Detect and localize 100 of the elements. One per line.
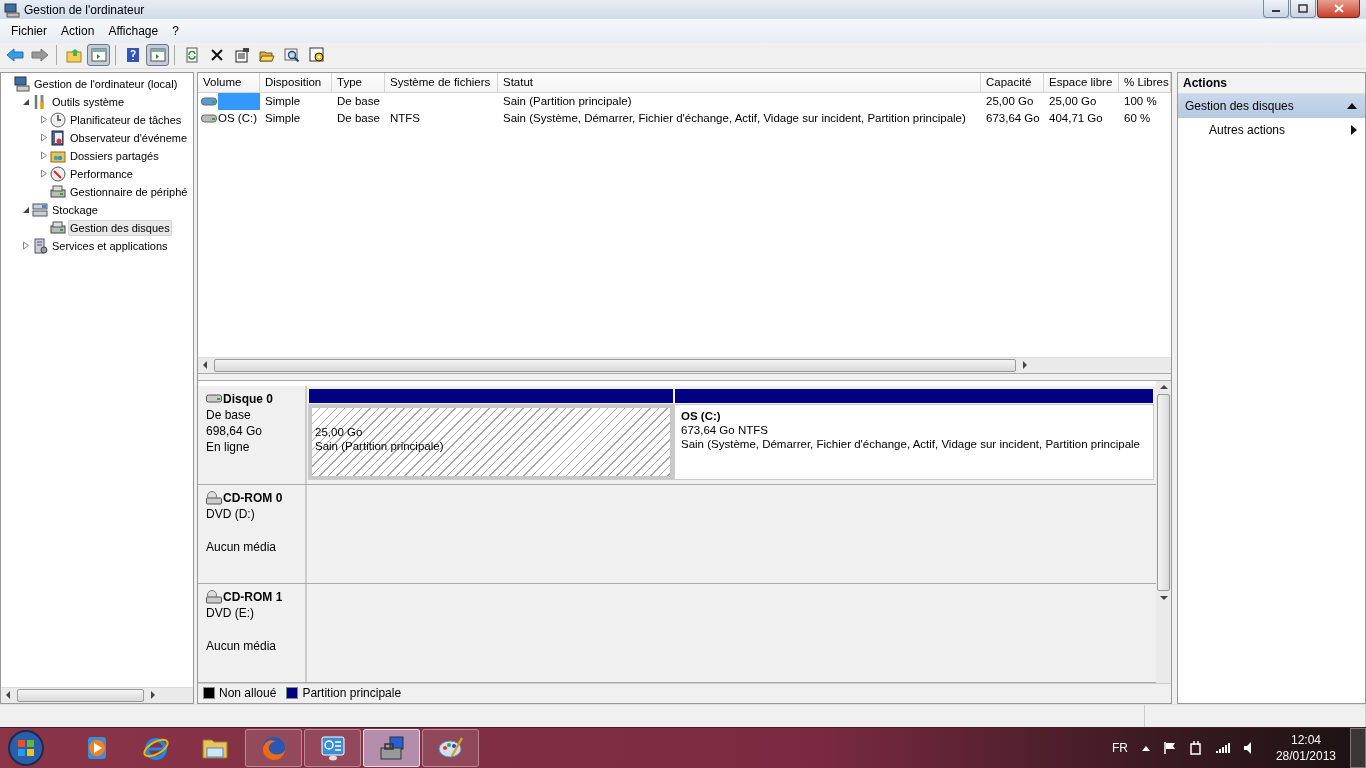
close-button[interactable] <box>1317 0 1360 18</box>
menu-item[interactable]: Action <box>54 23 102 38</box>
folder-up-icon <box>65 47 82 64</box>
hard-drive-icon <box>206 394 222 404</box>
back-arrow-icon <box>5 47 24 64</box>
menu-item[interactable]: ? <box>165 23 186 38</box>
scroll-left-arrow-icon[interactable] <box>5 691 11 700</box>
horizontal-scrollbar[interactable] <box>1 686 193 703</box>
table-cell-text: 25,00 Go <box>985 94 1035 110</box>
properties-icon <box>233 47 250 64</box>
scroll-left-arrow-icon[interactable] <box>202 361 208 370</box>
drive-letter: DVD (E:) <box>206 605 255 620</box>
column-header[interactable]: % Libres <box>1119 72 1171 93</box>
disk-info-panel[interactable]: CD-ROM 1 DVD (E:) Aucun média <box>198 583 307 682</box>
tree-item[interactable]: Gestionnaire de périphé <box>68 183 190 200</box>
window-title: Gestion de l'ordinateur <box>24 2 145 17</box>
menu-item[interactable]: Fichier <box>4 23 54 38</box>
maximize-button[interactable] <box>1290 0 1316 18</box>
speaker-icon[interactable] <box>1243 742 1252 754</box>
scrollbar-thumb[interactable] <box>17 688 144 702</box>
scrollbar-thumb[interactable] <box>1157 393 1170 591</box>
expand-arrow-icon[interactable] <box>39 151 48 161</box>
table-cell-text: Simple <box>264 94 302 110</box>
language-indicator[interactable]: FR <box>1111 741 1128 755</box>
computer-toolbox-icon <box>377 734 406 762</box>
disk-name: CD-ROM 0 <box>223 490 283 505</box>
vertical-scrollbar[interactable] <box>1156 380 1171 683</box>
tree-item[interactable]: Stockage <box>50 201 100 218</box>
computer-icon <box>4 1 20 18</box>
gear-icon <box>308 47 325 64</box>
magnifier-icon <box>283 47 300 64</box>
tree-item[interactable]: Dossiers partagés <box>68 147 161 164</box>
expand-arrow-icon[interactable] <box>39 169 48 179</box>
tree-item[interactable]: Gestion de l'ordinateur (local) <box>32 75 180 92</box>
disk-info-panel[interactable]: Disque 0 De base 698,64 Go En ligne <box>198 385 307 484</box>
column-header[interactable]: Statut <box>498 72 981 93</box>
scroll-down-arrow-icon[interactable] <box>1159 594 1168 601</box>
legend-label: Non alloué <box>219 686 277 701</box>
partition-block[interactable]: 25,00 Go Sain (Partition principale) <box>309 404 673 479</box>
partition-size: 673,64 Go NTFS <box>681 423 769 436</box>
table-cell-text: 25,00 Go <box>1048 94 1098 110</box>
media-status: Aucun média <box>206 539 278 554</box>
volume-drive-icon <box>201 113 217 123</box>
table-cell-text: Simple <box>264 111 302 127</box>
menu-item[interactable]: Affichage <box>101 23 166 38</box>
tree-item[interactable]: Performance <box>68 165 135 182</box>
flag-icon[interactable] <box>1163 742 1176 754</box>
log-book-icon <box>50 129 66 146</box>
show-hidden-icons-caret-icon[interactable] <box>1141 745 1150 751</box>
expand-arrow-icon[interactable] <box>39 133 48 143</box>
tree-item[interactable]: Observateur d'événeme <box>68 129 190 146</box>
optical-drive-icon <box>206 589 222 604</box>
taskbar-app-button[interactable] <box>304 729 361 767</box>
power-plug-icon[interactable] <box>1189 741 1202 755</box>
scrollbar-thumb[interactable] <box>214 358 1016 372</box>
clock-time[interactable]: 12:04 <box>1290 733 1321 747</box>
forward-arrow-icon <box>30 47 49 64</box>
table-cell-text: Sain (Système, Démarrer, Fichier d'échange, Actif, Vidage sur incident, Partition principale) <box>502 111 967 127</box>
actions-section-header[interactable]: Gestion des disques <box>1178 93 1365 118</box>
column-header[interactable]: Disposition <box>260 72 332 93</box>
media-status: Aucun média <box>206 638 278 653</box>
column-header[interactable]: Espace libre <box>1044 72 1119 93</box>
pane-icon <box>149 47 166 64</box>
show-desktop-button[interactable] <box>1350 728 1366 768</box>
tree-item[interactable]: Planificateur de tâches <box>68 111 184 128</box>
partition-block[interactable]: OS (C:) 673,64 Go NTFS Sain (Système, Démarrer, Fichier d'échange, Actif, Vidage sur incident, Partition principale <box>675 404 1153 479</box>
collapse-arrow-icon[interactable] <box>21 205 30 214</box>
pane-icon <box>90 47 107 64</box>
drive-icon <box>50 219 66 236</box>
tree-item[interactable]: Services et applications <box>50 237 170 254</box>
disk-name: CD-ROM 1 <box>223 589 283 604</box>
minimize-button[interactable] <box>1263 0 1289 18</box>
maximize-icon <box>1298 4 1308 13</box>
column-header[interactable]: Volume <box>198 72 260 93</box>
clock-icon <box>50 111 66 128</box>
scroll-right-arrow-icon[interactable] <box>150 691 156 700</box>
expand-arrow-icon[interactable] <box>39 115 48 125</box>
disk-detail: En ligne <box>206 439 251 454</box>
action-item[interactable]: Autres actions <box>1178 117 1365 142</box>
expand-arrow-icon[interactable] <box>21 241 30 251</box>
signal-bars-icon[interactable] <box>1215 743 1230 753</box>
scroll-up-arrow-icon[interactable] <box>1159 383 1168 390</box>
clock-date[interactable]: 28/01/2013 <box>1275 749 1336 763</box>
horizontal-scrollbar[interactable] <box>198 356 1171 373</box>
column-header[interactable]: Système de fichiers <box>385 72 498 93</box>
column-header[interactable]: Type <box>332 72 385 93</box>
tree-item[interactable]: Gestion des disques <box>68 219 172 236</box>
column-header[interactable]: Capacité <box>981 72 1044 93</box>
table-cell-text: Sain (Partition principale) <box>502 94 633 110</box>
collapse-arrow-icon[interactable] <box>21 97 30 106</box>
taskbar-app-button[interactable] <box>422 729 479 767</box>
tree-item[interactable]: Outils système <box>50 93 127 110</box>
start-button[interactable] <box>6 729 46 767</box>
scroll-right-arrow-icon[interactable] <box>1022 361 1028 370</box>
drive-letter: DVD (D:) <box>206 506 256 521</box>
volume-name[interactable]: OS (C:) <box>218 109 257 127</box>
disk-info-panel[interactable]: CD-ROM 0 DVD (D:) Aucun média <box>198 484 307 583</box>
taskbar-app-button[interactable] <box>363 729 420 767</box>
table-cell-text: De base <box>336 111 381 127</box>
collapse-arrow-icon[interactable] <box>1347 102 1357 109</box>
